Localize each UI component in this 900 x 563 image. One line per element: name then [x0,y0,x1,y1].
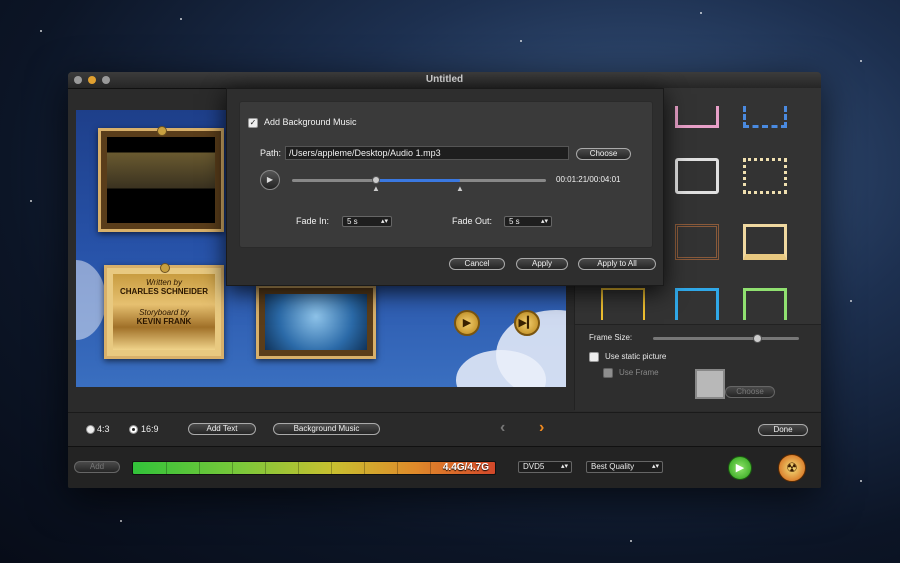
star [860,60,862,62]
star [630,540,632,542]
frame-template-gold[interactable] [601,288,645,320]
fade-in-value: 5 s [347,217,358,226]
fade-out-value: 5 s [509,217,520,226]
frame-size-label: Frame Size: [589,333,633,342]
chevron-updown-icon: ▴▾ [560,463,568,470]
ratio-4-3-label: 4:3 [97,424,110,434]
frame-options: Frame Size: Use static picture Use Frame… [575,324,821,411]
add-music-label: Add Background Music [264,117,357,127]
cloud [76,260,106,340]
chevron-updown-icon: ▴▾ [380,218,388,225]
background-music-dialog: ✓ Add Background Music Path: /Users/appl… [226,88,664,286]
star [30,200,32,202]
quality-select[interactable]: Best Quality ▴▾ [586,461,663,473]
credit-role-1: Written by [145,278,182,287]
star [120,520,122,522]
chapter-thumbnail-1[interactable] [98,126,224,232]
chapter-thumbnail-2[interactable] [256,285,376,359]
next-chapter-button[interactable]: ▶▎ [514,310,540,336]
title-bar: Untitled [68,72,821,89]
path-label: Path: [260,148,282,158]
dialog-content: ✓ Add Background Music Path: /Users/appl… [239,101,653,248]
star [700,12,702,14]
credit-name-1: CHARLES SCHNEIDER [119,287,208,296]
path-field[interactable]: /Users/appleme/Desktop/Audio 1.mp3 [285,146,569,160]
fade-out-select[interactable]: 5 s ▴▾ [504,216,552,227]
fade-in-label: Fade In: [296,216,330,226]
pin-icon [160,263,170,273]
disc-capacity-bar: 4.4G/4.7G [132,461,496,475]
capacity-readout: 4.4G/4.7G [442,462,489,473]
frame-template-white[interactable] [675,158,719,194]
quality-value: Best Quality [591,462,635,471]
choose-picture-button[interactable]: Choose [725,386,775,398]
cancel-button[interactable]: Cancel [449,258,505,270]
play-audio-button[interactable]: ▶ [260,170,280,190]
use-frame-label: Use Frame [619,368,659,377]
app-window: Untitled Written by CHARLES SCHNEIDER St… [68,72,821,488]
frame-template-green[interactable] [743,288,787,320]
add-music-checkbox[interactable]: ✓ [248,118,258,128]
done-button[interactable]: Done [758,424,808,436]
edit-toolbar: 4:3 16:9 Add Text Background Music ‹ › D… [68,412,821,447]
audio-time-readout: 00:01:21/00:04:01 [556,175,621,184]
use-frame-checkbox[interactable] [603,368,613,378]
static-picture-label: Use static picture [605,352,667,361]
play-menu-button[interactable]: ▶ [454,310,480,336]
chevron-updown-icon: ▴▾ [540,218,548,225]
frame-template-pink[interactable] [675,106,719,128]
audio-selection [376,179,460,182]
static-picture-checkbox[interactable] [589,352,599,362]
frame-template-stamp[interactable] [743,158,787,194]
window-title: Untitled [425,74,464,85]
ratio-16-9-label: 16:9 [141,424,159,434]
selection-start-marker[interactable]: ▲ [372,184,380,193]
ratio-16-9-radio[interactable] [129,425,138,434]
timeline-playhead[interactable] [372,176,380,184]
apply-button[interactable]: Apply [516,258,568,270]
start-burn-play-icon[interactable]: ▶ [728,456,752,480]
burn-toolbar: Add 4.4G/4.7G DVD5 ▴▾ Best Quality ▴▾ ▶ ☢ [68,446,821,488]
frame-size-slider-knob[interactable] [753,334,762,343]
frame-template-brown[interactable] [675,224,719,260]
background-music-button[interactable]: Background Music [273,423,380,435]
frame-template-cyan[interactable] [675,288,719,320]
credit-role-2: Storyboard by [139,308,189,317]
previous-page-icon[interactable]: ‹ [500,419,505,437]
choose-file-button[interactable]: Choose [576,148,631,160]
credits-card[interactable]: Written by CHARLES SCHNEIDER Storyboard … [104,263,224,359]
next-page-icon[interactable]: › [539,419,544,437]
star [520,40,522,42]
fade-in-select[interactable]: 5 s ▴▾ [342,216,392,227]
apply-to-all-button[interactable]: Apply to All [578,258,656,270]
add-text-button[interactable]: Add Text [188,423,256,435]
pin-icon [157,126,167,136]
burn-disc-icon[interactable]: ☢ [778,454,806,482]
frame-template-blue-dots[interactable] [743,106,787,128]
add-button[interactable]: Add [74,461,120,473]
credit-name-2: KEVIN FRANK [136,317,192,326]
disc-type-value: DVD5 [523,462,545,471]
frame-size-slider[interactable] [653,337,799,340]
star [850,300,852,302]
disc-type-select[interactable]: DVD5 ▴▾ [518,461,572,473]
frame-template-cream[interactable] [743,224,787,260]
static-picture-swatch[interactable] [695,369,725,399]
star [40,30,42,32]
star [860,480,862,482]
star [180,18,182,20]
selection-end-marker[interactable]: ▲ [456,184,464,193]
ratio-4-3-radio[interactable] [86,425,95,434]
chevron-updown-icon: ▴▾ [651,463,659,470]
fade-out-label: Fade Out: [452,216,493,226]
